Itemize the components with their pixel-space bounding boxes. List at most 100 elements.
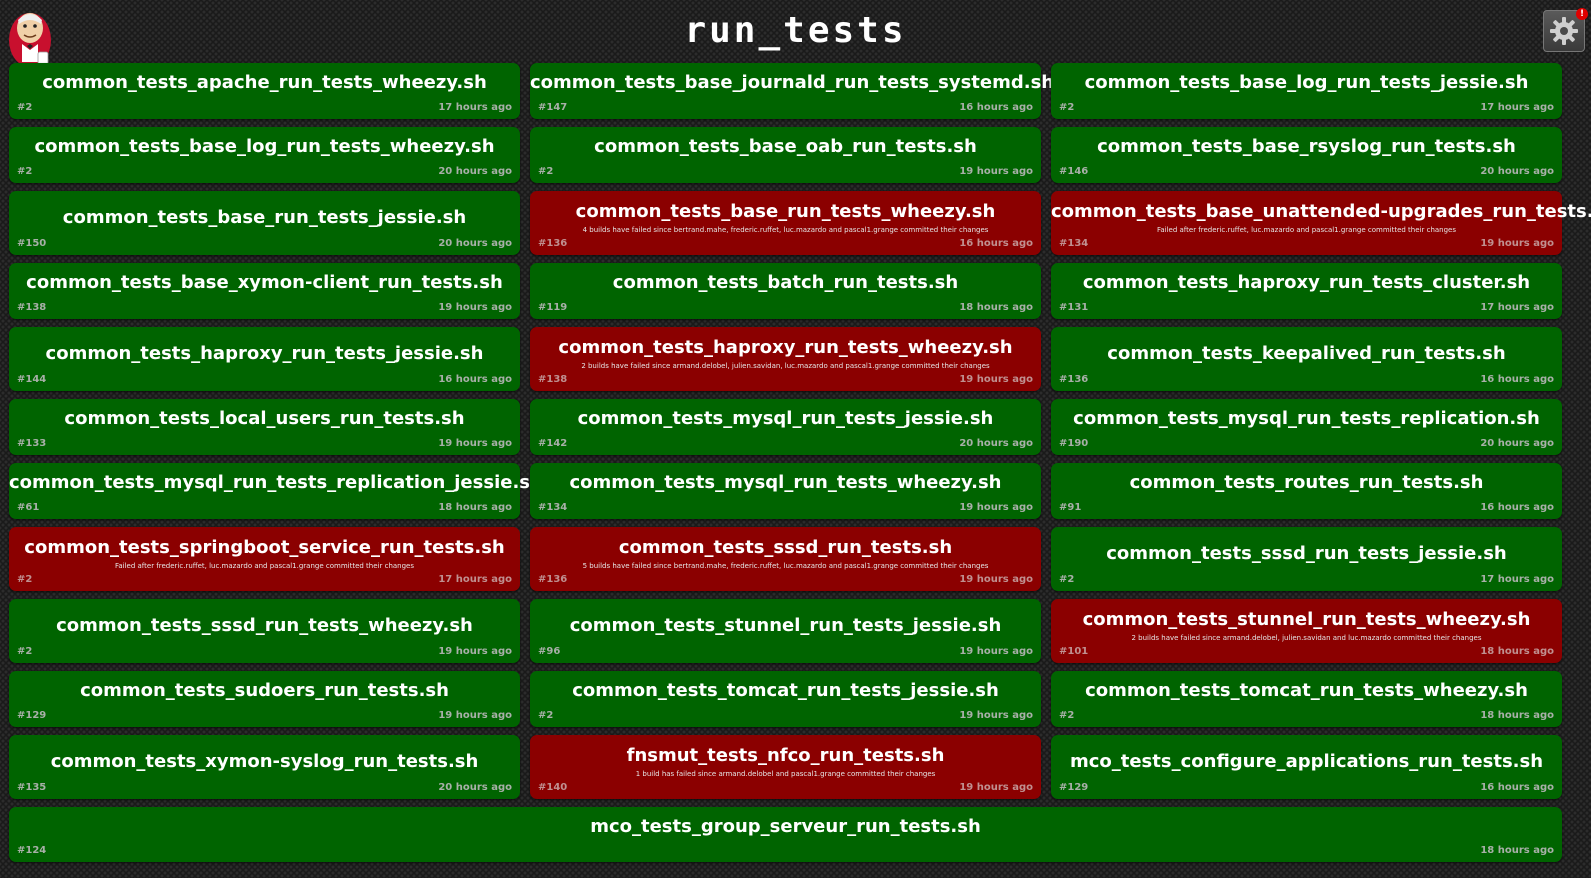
job-build-time: 18 hours ago [959,302,1033,313]
job-build-time: 17 hours ago [1480,302,1554,313]
job-build-time: 20 hours ago [1480,438,1554,449]
job-tile[interactable]: common_tests_base_oab_run_tests.sh #2 19 h… [530,127,1041,183]
job-tile[interactable]: common_tests_sssd_run_tests.sh 5 builds h… [530,527,1041,591]
job-build-time: 19 hours ago [959,374,1033,385]
job-name: common_tests_sssd_run_tests_jessie.sh [1106,543,1507,564]
job-build-time: 19 hours ago [438,302,512,313]
job-tile[interactable]: common_tests_stunnel_run_tests_wheezy.sh… [1051,599,1562,663]
job-culprits: 5 builds have failed since bertrand.mahe… [582,562,989,570]
job-tile[interactable]: common_tests_mysql_run_tests_wheezy.sh #1… [530,463,1041,519]
job-build-time: 16 hours ago [959,238,1033,249]
job-build-time: 17 hours ago [438,574,512,585]
job-name: common_tests_springboot_service_run_test… [24,537,505,558]
job-tile[interactable]: common_tests_sssd_run_tests_jessie.sh #2 1… [1051,527,1562,591]
job-tile[interactable]: common_tests_mysql_run_tests_replication… [9,463,543,519]
job-name: common_tests_base_journald_run_tests_sys… [530,72,1055,93]
job-build-number: #136 [1059,374,1089,385]
job-tile[interactable]: common_tests_base_log_run_tests_wheezy.s… [9,127,520,183]
dashboard-header: run_tests ! [0,0,1591,67]
job-tile[interactable]: common_tests_mysql_run_tests_replication… [1051,399,1562,455]
job-build-number: #131 [1059,302,1089,313]
job-tile[interactable]: common_tests_apache_run_tests_wheezy.sh #… [9,63,520,119]
job-tile[interactable]: common_tests_springboot_service_run_test… [9,527,520,591]
job-build-number: #144 [17,374,47,385]
job-name: common_tests_haproxy_run_tests_cluster.s… [1082,272,1531,293]
job-build-time: 18 hours ago [1480,845,1554,856]
job-tile[interactable]: common_tests_local_users_run_tests.sh #13… [9,399,520,455]
job-tile[interactable]: common_tests_base_journald_run_tests_sys… [530,63,1055,119]
job-build-number: #136 [538,238,568,249]
job-build-number: #119 [538,302,568,313]
job-build-time: 16 hours ago [1480,502,1554,513]
page-title: run_tests [684,10,907,51]
settings-button[interactable]: ! [1543,8,1588,52]
job-tile[interactable]: common_tests_base_unattended-upgrades_ru… [1051,191,1591,255]
job-tile[interactable]: common_tests_haproxy_run_tests_cluster.s… [1051,263,1562,319]
job-tile[interactable]: fnsmut_tests_nfco_run_tests.sh 1 build ha… [530,735,1041,799]
job-tile[interactable]: common_tests_stunnel_run_tests_jessie.sh… [530,599,1041,663]
job-build-number: #138 [17,302,47,313]
job-tile[interactable]: common_tests_base_log_run_tests_jessie.s… [1051,63,1562,119]
job-build-number: #61 [17,502,40,513]
job-culprits: 4 builds have failed since bertrand.mahe… [582,226,989,234]
job-build-time: 19 hours ago [959,574,1033,585]
job-name: mco_tests_group_serveur_run_tests.sh [590,816,981,837]
job-name: common_tests_base_run_tests_jessie.sh [62,207,467,228]
job-build-number: #2 [1059,574,1075,585]
job-tile[interactable]: common_tests_base_xymon-client_run_tests… [9,263,520,319]
job-build-time: 16 hours ago [1480,374,1554,385]
job-build-number: #129 [1059,782,1089,793]
job-build-time: 16 hours ago [959,102,1033,113]
job-name: common_tests_sssd_run_tests.sh [618,537,953,558]
job-tile[interactable]: common_tests_haproxy_run_tests_jessie.sh… [9,327,520,391]
job-culprits: 2 builds have failed since armand.delobe… [1131,634,1482,642]
job-build-time: 16 hours ago [438,374,512,385]
job-name: common_tests_tomcat_run_tests_jessie.sh [572,680,999,701]
job-tile[interactable]: common_tests_sudoers_run_tests.sh #129 19 … [9,671,520,727]
job-tile[interactable]: common_tests_tomcat_run_tests_jessie.sh #… [530,671,1041,727]
job-tile[interactable]: common_tests_keepalived_run_tests.sh #136… [1051,327,1562,391]
job-name: common_tests_tomcat_run_tests_wheezy.sh [1085,680,1528,701]
job-build-time: 16 hours ago [1480,782,1554,793]
job-tile[interactable]: common_tests_haproxy_run_tests_wheezy.sh… [530,327,1041,391]
job-build-time: 19 hours ago [959,646,1033,657]
job-tile[interactable]: common_tests_base_rsyslog_run_tests.sh #1… [1051,127,1562,183]
job-tile[interactable]: common_tests_tomcat_run_tests_wheezy.sh #… [1051,671,1562,727]
job-name: fnsmut_tests_nfco_run_tests.sh [626,745,945,766]
job-build-time: 19 hours ago [959,166,1033,177]
job-build-number: #2 [1059,710,1075,721]
job-build-number: #2 [17,574,33,585]
job-culprits: 1 build has failed since armand.delobel … [635,770,936,778]
job-tile[interactable]: mco_tests_group_serveur_run_tests.sh #124… [9,807,1562,862]
job-build-number: #2 [17,646,33,657]
job-tile[interactable]: common_tests_base_run_tests_jessie.sh #15… [9,191,520,255]
job-build-time: 19 hours ago [959,782,1033,793]
job-tile[interactable]: common_tests_xymon-syslog_run_tests.sh #1… [9,735,520,799]
job-build-time: 17 hours ago [1480,574,1554,585]
job-build-number: #135 [17,782,47,793]
job-build-number: #133 [17,438,47,449]
job-name: common_tests_local_users_run_tests.sh [64,408,465,429]
job-tile[interactable]: mco_tests_configure_applications_run_tes… [1051,735,1562,799]
job-name: common_tests_routes_run_tests.sh [1129,472,1484,493]
job-tile[interactable]: common_tests_sssd_run_tests_wheezy.sh #2 1… [9,599,520,663]
job-tile[interactable]: common_tests_routes_run_tests.sh #91 16 ho… [1051,463,1562,519]
job-tile[interactable]: common_tests_batch_run_tests.sh #119 18 ho… [530,263,1041,319]
job-build-time: 19 hours ago [438,646,512,657]
job-culprits: Failed after frederic.ruffet, luc.mazard… [1156,226,1457,234]
job-name: common_tests_keepalived_run_tests.sh [1107,343,1506,364]
job-name: common_tests_base_unattended-upgrades_ru… [1051,201,1591,222]
job-build-time: 18 hours ago [438,502,512,513]
job-tile[interactable]: common_tests_mysql_run_tests_jessie.sh #1… [530,399,1041,455]
job-name: common_tests_base_rsyslog_run_tests.sh [1097,136,1516,157]
job-name: mco_tests_configure_applications_run_tes… [1069,751,1544,772]
job-tile[interactable]: common_tests_base_run_tests_wheezy.sh 4 b… [530,191,1041,255]
job-build-time: 20 hours ago [438,166,512,177]
job-build-number: #2 [17,166,33,177]
job-grid: common_tests_apache_run_tests_wheezy.sh #… [9,63,1591,862]
job-name: common_tests_batch_run_tests.sh [612,272,959,293]
job-build-number: #190 [1059,438,1089,449]
job-build-number: #2 [538,166,554,177]
job-build-number: #136 [538,574,568,585]
job-build-number: #124 [17,845,47,856]
